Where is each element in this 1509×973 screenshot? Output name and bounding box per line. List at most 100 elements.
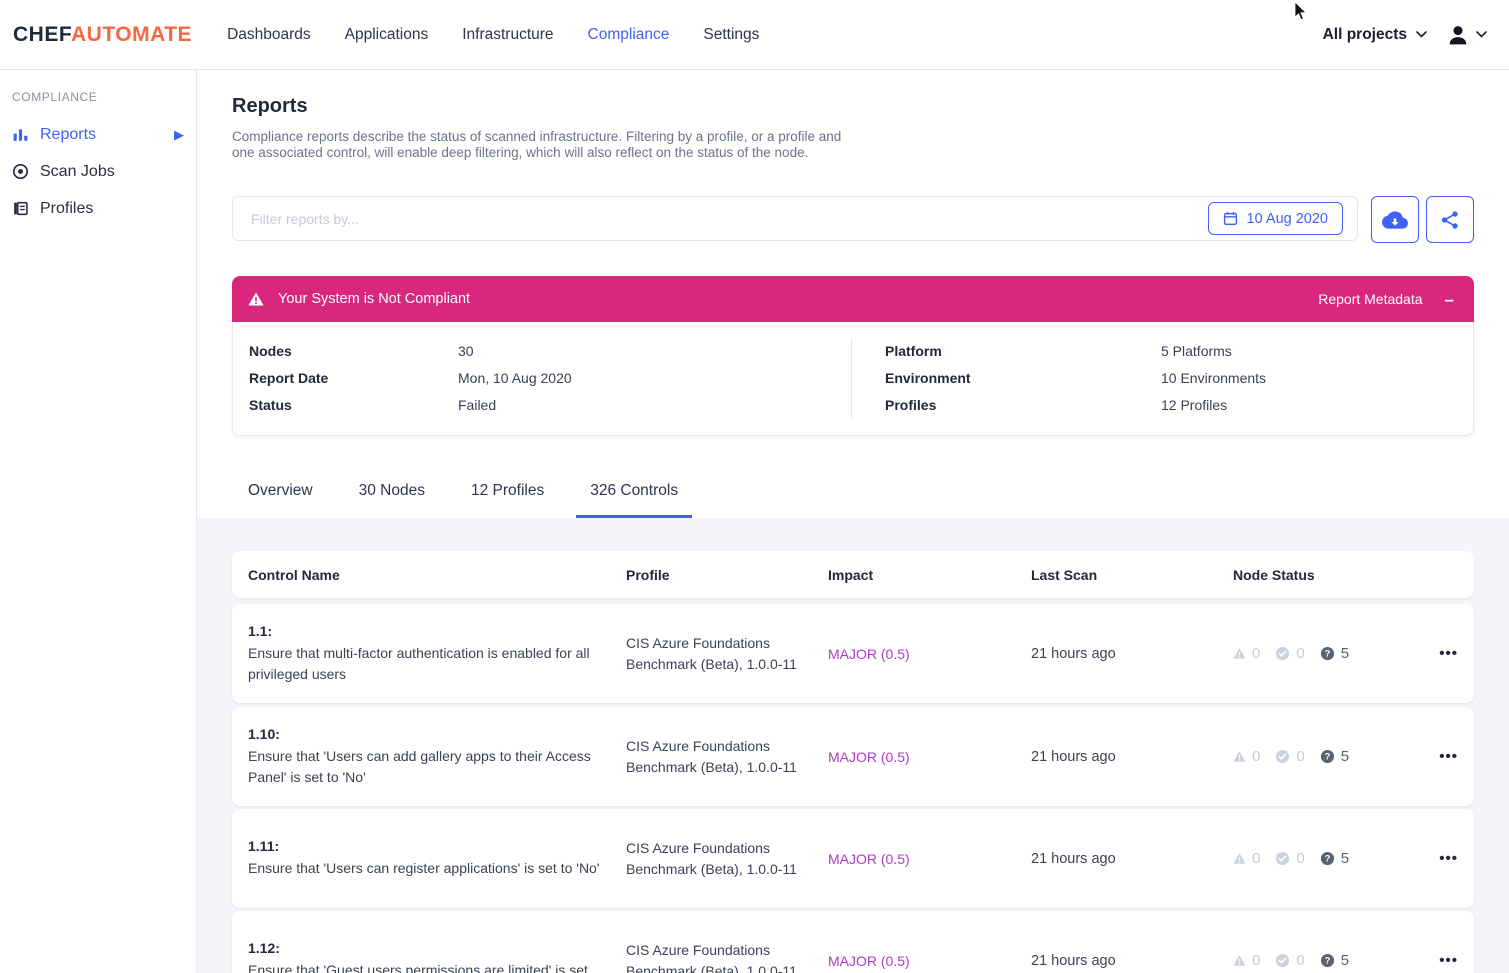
meta-value: 30 xyxy=(458,338,474,365)
control-cell: 1.1: Ensure that multi-factor authentica… xyxy=(248,623,626,685)
meta-label: Status xyxy=(249,392,458,419)
cloud-download-icon xyxy=(1382,209,1408,231)
chevron-down-icon xyxy=(1416,31,1427,38)
node-status-cell: 0 0 ? 5 xyxy=(1233,952,1414,969)
node-status-cell: 0 0 ? 5 xyxy=(1233,850,1414,867)
table-row[interactable]: 1.1: Ensure that multi-factor authentica… xyxy=(232,604,1474,703)
user-menu[interactable] xyxy=(1447,24,1487,46)
col-impact: Impact xyxy=(828,567,1031,583)
tab-nodes[interactable]: 30 Nodes xyxy=(345,470,439,518)
meta-label: Environment xyxy=(885,365,1161,392)
tab-profiles[interactable]: 12 Profiles xyxy=(457,470,558,518)
control-id: 1.11: xyxy=(248,838,626,854)
meta-label: Report Date xyxy=(249,365,458,392)
download-report-button[interactable] xyxy=(1371,196,1419,243)
row-menu-icon[interactable]: ••• xyxy=(1439,645,1458,662)
row-menu-icon[interactable]: ••• xyxy=(1439,850,1458,867)
sidebar-item-label: Scan Jobs xyxy=(40,163,115,181)
app-logo[interactable]: CHEFAUTOMATE xyxy=(13,23,192,47)
banner-right: Report Metadata – xyxy=(1318,291,1454,308)
profiles-icon xyxy=(12,200,29,217)
passed-count: 0 xyxy=(1296,748,1304,765)
report-tabs: Overview 30 Nodes 12 Profiles 326 Contro… xyxy=(234,470,710,518)
metadata-right-column: Platform5 Platforms Environment10 Enviro… xyxy=(852,338,1473,419)
navbar-right: All projects xyxy=(1323,24,1487,46)
table-row[interactable]: 1.11: Ensure that 'Users can register ap… xyxy=(232,809,1474,908)
control-cell: 1.12: Ensure that 'Guest users permissio… xyxy=(248,940,626,973)
projects-label: All projects xyxy=(1323,26,1407,44)
meta-value: 5 Platforms xyxy=(1161,338,1232,365)
date-picker-button[interactable]: 10 Aug 2020 xyxy=(1208,202,1343,235)
impact-cell: MAJOR (0.5) xyxy=(828,646,1031,662)
controls-table-area: Control Name Profile Impact Last Scan No… xyxy=(197,518,1509,973)
table-row[interactable]: 1.10: Ensure that 'Users can add gallery… xyxy=(232,707,1474,806)
report-metadata-toggle[interactable]: Report Metadata xyxy=(1318,291,1422,307)
sidebar-item-profiles[interactable]: Profiles xyxy=(0,190,196,227)
page-title: Reports xyxy=(232,95,308,118)
radar-icon xyxy=(12,163,29,180)
meta-label: Nodes xyxy=(249,338,458,365)
profile-cell: CIS Azure Foundations Benchmark (Beta), … xyxy=(626,838,798,880)
profile-cell: CIS Azure Foundations Benchmark (Beta), … xyxy=(626,736,798,778)
collapse-icon[interactable]: – xyxy=(1445,291,1454,308)
filter-input[interactable] xyxy=(232,196,1358,241)
skipped-count: 5 xyxy=(1341,748,1349,765)
control-cell: 1.11: Ensure that 'Users can register ap… xyxy=(248,838,626,879)
table-row[interactable]: 1.12: Ensure that 'Guest users permissio… xyxy=(232,911,1474,973)
nav-dashboards[interactable]: Dashboards xyxy=(227,26,311,44)
filter-row: 10 Aug 2020 xyxy=(232,196,1474,243)
submenu-arrow-icon[interactable]: ▶ xyxy=(174,127,184,143)
col-last-scan: Last Scan xyxy=(1031,567,1233,583)
control-description: Ensure that 'Users can register applicat… xyxy=(248,858,600,879)
failed-warning-icon xyxy=(1233,853,1246,864)
last-scan-cell: 21 hours ago xyxy=(1031,851,1233,867)
skipped-question-icon: ? xyxy=(1320,851,1335,866)
failed-count: 0 xyxy=(1252,748,1260,765)
failed-warning-icon xyxy=(1233,955,1246,966)
last-scan-cell: 21 hours ago xyxy=(1031,953,1233,969)
share-report-button[interactable] xyxy=(1426,196,1474,243)
metadata-left-column: Nodes30 Report DateMon, 10 Aug 2020 Stat… xyxy=(233,338,852,419)
nav-compliance[interactable]: Compliance xyxy=(588,26,670,44)
projects-dropdown[interactable]: All projects xyxy=(1323,26,1427,44)
svg-text:?: ? xyxy=(1324,854,1330,864)
control-description: Ensure that multi-factor authentication … xyxy=(248,643,600,685)
node-status-cell: 0 0 ? 5 xyxy=(1233,748,1414,765)
node-status-cell: 0 0 ? 5 xyxy=(1233,645,1414,662)
sidebar-item-scan-jobs[interactable]: Scan Jobs xyxy=(0,153,196,190)
skipped-question-icon: ? xyxy=(1320,646,1335,661)
chevron-down-icon xyxy=(1476,31,1487,38)
sidebar-item-label: Reports xyxy=(40,126,96,144)
menu-cell: ••• xyxy=(1414,952,1458,970)
menu-cell: ••• xyxy=(1414,850,1458,868)
failed-warning-icon xyxy=(1233,751,1246,762)
menu-cell: ••• xyxy=(1414,645,1458,663)
svg-text:?: ? xyxy=(1324,649,1330,659)
skipped-count: 5 xyxy=(1341,952,1349,969)
skipped-question-icon: ? xyxy=(1320,749,1335,764)
last-scan-cell: 21 hours ago xyxy=(1031,749,1233,765)
skipped-count: 5 xyxy=(1341,645,1349,662)
tab-controls[interactable]: 326 Controls xyxy=(576,470,692,518)
user-icon xyxy=(1447,24,1469,46)
banner-message: Your System is Not Compliant xyxy=(278,291,470,307)
svg-text:?: ? xyxy=(1324,752,1330,762)
bar-chart-icon xyxy=(12,126,29,143)
failed-count: 0 xyxy=(1252,645,1260,662)
nav-infrastructure[interactable]: Infrastructure xyxy=(462,26,553,44)
row-menu-icon[interactable]: ••• xyxy=(1439,952,1458,969)
nav-applications[interactable]: Applications xyxy=(345,26,429,44)
meta-label: Profiles xyxy=(885,392,1161,419)
sidebar-item-reports[interactable]: Reports ▶ xyxy=(0,116,196,153)
date-label: 10 Aug 2020 xyxy=(1247,211,1328,227)
page-description: Compliance reports describe the status o… xyxy=(232,129,850,161)
control-id: 1.1: xyxy=(248,623,626,639)
passed-check-icon xyxy=(1275,749,1290,764)
passed-count: 0 xyxy=(1296,952,1304,969)
top-navbar: CHEFAUTOMATE Dashboards Applications Inf… xyxy=(0,0,1509,70)
nav-settings[interactable]: Settings xyxy=(703,26,759,44)
row-menu-icon[interactable]: ••• xyxy=(1439,748,1458,765)
tab-overview[interactable]: Overview xyxy=(234,470,327,518)
meta-value: Failed xyxy=(458,392,496,419)
sidebar: COMPLIANCE Reports ▶ Scan Jobs Profiles xyxy=(0,70,197,973)
